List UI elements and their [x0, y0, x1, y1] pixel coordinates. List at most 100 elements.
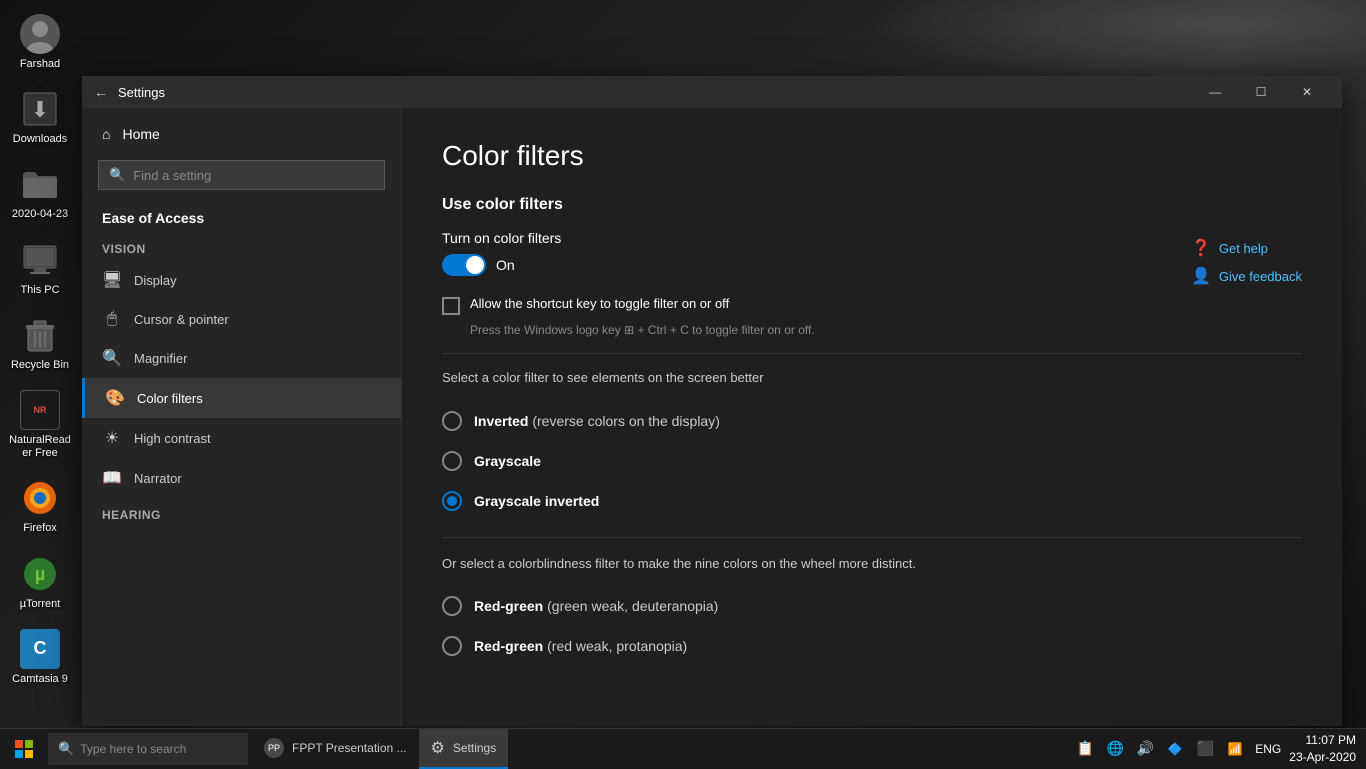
fppt-app-label: FPPT Presentation ...: [292, 741, 407, 755]
window-title: Settings: [118, 85, 1192, 100]
back-button[interactable]: ←: [94, 84, 108, 100]
fppt-app-icon: PP: [264, 738, 284, 758]
desktop-icon-downloads[interactable]: ⬇ Downloads: [5, 85, 75, 150]
taskbar-language[interactable]: ENG: [1255, 742, 1281, 756]
desktop-icon-firefox[interactable]: Firefox: [5, 474, 75, 539]
taskbar-app-settings[interactable]: ⚙ Settings: [419, 729, 509, 769]
main-content: ❓ Get help 👤 Give feedback Color filters…: [402, 108, 1342, 726]
desktop-icon-recycle-bin[interactable]: Recycle Bin: [5, 311, 75, 376]
start-button[interactable]: [0, 729, 48, 769]
search-input[interactable]: [133, 168, 374, 183]
radio-red-green-prot-label: Red-green (red weak, protanopia): [474, 638, 687, 654]
radio-red-green-prot-circle: [442, 636, 462, 656]
color-filters-label: Color filters: [137, 391, 203, 406]
this-pc-icon: [20, 240, 60, 280]
taskbar-app-fppt[interactable]: PP FPPT Presentation ...: [252, 729, 419, 769]
get-help-label: Get help: [1219, 241, 1268, 256]
taskbar-time[interactable]: 11:07 PM 23-Apr-2020: [1289, 732, 1356, 766]
taskbar: 🔍 Type here to search PP FPPT Presentati…: [0, 728, 1366, 768]
tray-icon-bluetooth[interactable]: 🔷: [1163, 737, 1187, 761]
give-feedback-link[interactable]: 👤 Give feedback: [1191, 266, 1302, 286]
high-contrast-icon: ☀: [102, 428, 122, 448]
svg-text:⬇: ⬇: [31, 97, 49, 122]
farshad-label: Farshad: [20, 58, 60, 71]
taskbar-date-value: 23-Apr-2020: [1289, 749, 1356, 766]
sidebar-search[interactable]: 🔍: [98, 160, 385, 190]
folder-date-label: 2020-04-23: [12, 208, 68, 221]
desktop-icon-camtasia[interactable]: C Camtasia 9: [5, 625, 75, 690]
content-divider-2: [442, 537, 1302, 538]
radio-grayscale-label: Grayscale: [474, 453, 541, 469]
desktop-bg-smudge: [866, 0, 1366, 80]
get-help-icon: ❓: [1191, 238, 1211, 258]
cursor-label: Cursor & pointer: [134, 312, 229, 327]
shortcut-checkbox[interactable]: [442, 297, 460, 315]
taskbar-search-placeholder: Type here to search: [80, 742, 186, 756]
sidebar-item-high-contrast[interactable]: ☀ High contrast: [82, 418, 401, 458]
downloads-label: Downloads: [13, 133, 67, 146]
taskbar-apps: PP FPPT Presentation ... ⚙ Settings: [252, 729, 508, 769]
svg-text:µ: µ: [35, 564, 45, 584]
color-filters-icon: 🎨: [105, 388, 125, 408]
radio-grayscale-circle: [442, 451, 462, 471]
title-bar-controls: — ☐ ✕: [1192, 76, 1330, 108]
radio-grayscale-inverted-dot: [447, 496, 457, 506]
radio-grayscale-inverted[interactable]: Grayscale inverted: [442, 481, 1302, 521]
toggle-value: On: [496, 257, 515, 273]
sidebar-item-color-filters[interactable]: 🎨 Color filters: [82, 378, 401, 418]
radio-red-green-deut-label: Red-green (green weak, deuteranopia): [474, 598, 718, 614]
close-button[interactable]: ✕: [1284, 76, 1330, 108]
toggle-switch[interactable]: [442, 254, 486, 276]
taskbar-tray-icons: 📋 🌐 🔊 🔷 ⬛ 📶: [1073, 737, 1247, 761]
desktop-icon-folder-date[interactable]: 2020-04-23: [5, 160, 75, 225]
content-divider-1: [442, 353, 1302, 354]
radio-inverted[interactable]: Inverted (reverse colors on the display): [442, 401, 1302, 441]
high-contrast-label: High contrast: [134, 431, 211, 446]
toggle-container: On: [442, 254, 1302, 276]
farshad-icon: [20, 14, 60, 54]
naturalreader-label: NaturalReader Free: [9, 434, 71, 460]
maximize-button[interactable]: ☐: [1238, 76, 1284, 108]
sidebar-item-magnifier[interactable]: 🔍 Magnifier: [82, 338, 401, 378]
sidebar-item-cursor[interactable]: 🖱 Cursor & pointer: [82, 300, 401, 338]
sidebar-item-narrator[interactable]: 📖 Narrator: [82, 458, 401, 498]
camtasia-label: Camtasia 9: [12, 673, 68, 686]
shortcut-checkbox-hint: Press the Windows logo key ⊞ + Ctrl + C …: [470, 323, 1302, 337]
desktop-icon-farshad[interactable]: Farshad: [5, 10, 75, 75]
magnifier-label: Magnifier: [134, 351, 187, 366]
give-feedback-icon: 👤: [1191, 266, 1211, 286]
sidebar-item-display[interactable]: 🖥 Display: [82, 260, 401, 300]
radio-grayscale[interactable]: Grayscale: [442, 441, 1302, 481]
page-title: Color filters: [442, 140, 1302, 172]
downloads-icon: ⬇: [20, 89, 60, 129]
tray-icon-network[interactable]: 🌐: [1103, 737, 1127, 761]
tray-icon-clipboard[interactable]: 📋: [1073, 737, 1097, 761]
sidebar-item-home[interactable]: ⌂ Home: [82, 116, 401, 152]
toggle-label: Turn on color filters: [442, 230, 1302, 246]
desktop-icon-naturalreader[interactable]: NR NaturalReader Free: [5, 386, 75, 464]
radio-red-green-deut-circle: [442, 596, 462, 616]
taskbar-search[interactable]: 🔍 Type here to search: [48, 733, 248, 765]
cursor-icon: 🖱: [102, 310, 122, 328]
search-icon: 🔍: [109, 167, 125, 183]
sidebar-section-title: Ease of Access: [82, 198, 401, 232]
minimize-button[interactable]: —: [1192, 76, 1238, 108]
home-icon: ⌂: [102, 126, 110, 142]
radio-grayscale-inverted-circle: [442, 491, 462, 511]
utorrent-label: µTorrent: [20, 598, 61, 611]
shortcut-checkbox-label: Allow the shortcut key to toggle filter …: [470, 296, 729, 311]
sidebar-category-hearing: Hearing: [82, 498, 401, 526]
tray-icon-wifi[interactable]: 📶: [1223, 737, 1247, 761]
settings-app-icon: ⚙: [431, 738, 445, 758]
get-help-link[interactable]: ❓ Get help: [1191, 238, 1302, 258]
radio-red-green-prot[interactable]: Red-green (red weak, protanopia): [442, 626, 1302, 666]
tray-icon-volume[interactable]: 🔊: [1133, 737, 1157, 761]
use-filters-section-title: Use color filters: [442, 196, 1302, 214]
tray-icon-battery[interactable]: ⬛: [1193, 737, 1217, 761]
folder-date-icon: [20, 164, 60, 204]
naturalreader-icon: NR: [20, 390, 60, 430]
desktop-icon-utorrent[interactable]: µ µTorrent: [5, 550, 75, 615]
radio-red-green-deut[interactable]: Red-green (green weak, deuteranopia): [442, 586, 1302, 626]
give-feedback-label: Give feedback: [1219, 269, 1302, 284]
desktop-icon-this-pc[interactable]: This PC: [5, 236, 75, 301]
